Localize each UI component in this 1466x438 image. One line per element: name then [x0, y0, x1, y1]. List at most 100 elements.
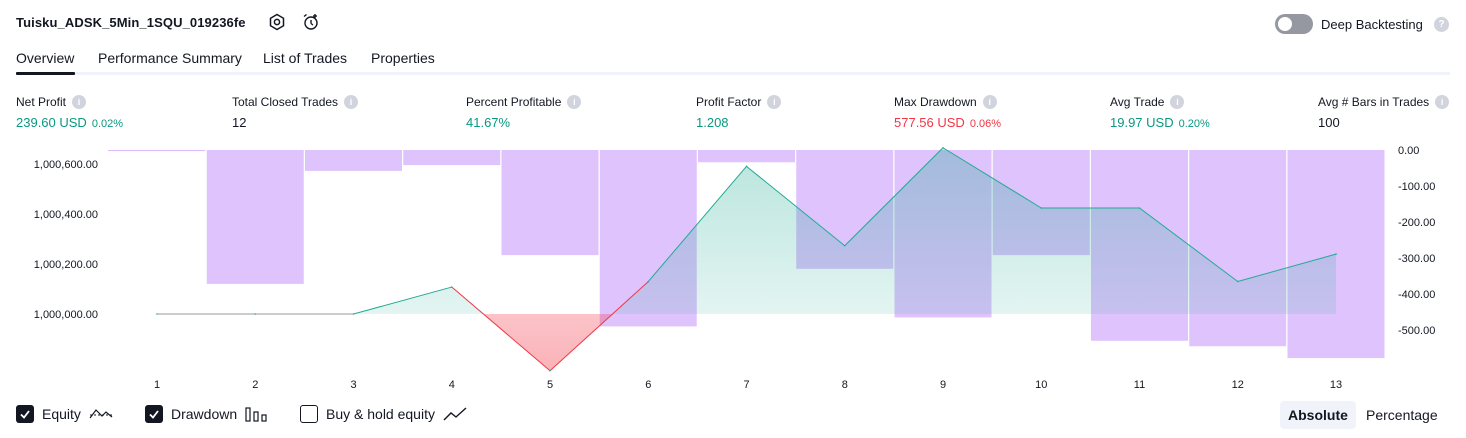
metric-value: 19.97 USD — [1110, 115, 1174, 130]
equity-point — [1335, 253, 1337, 255]
metric-label: Avg # Bars in Trades — [1318, 95, 1430, 109]
info-icon[interactable]: i — [1435, 95, 1450, 109]
equity-point — [352, 313, 355, 315]
metric-percent-profitable: Percent Profitable i 41.67% — [466, 95, 582, 130]
equity-point — [942, 146, 944, 149]
tabs-divider — [16, 72, 1450, 75]
left-axis-tick: 1,000,200.00 — [34, 259, 98, 271]
metric-label: Percent Profitable — [466, 95, 562, 109]
right-axis-tick: -400.00 — [1398, 289, 1435, 301]
x-axis-tick: 1 — [154, 379, 160, 391]
legend-equity[interactable]: Equity — [16, 402, 113, 426]
gear-icon[interactable] — [268, 13, 286, 31]
info-icon[interactable]: i — [72, 95, 87, 109]
x-axis-tick: 8 — [842, 379, 848, 391]
metric-total-closed-trades: Total Closed Trades i 12 — [232, 95, 359, 130]
metric-percent: 0.06% — [969, 118, 1002, 130]
left-axis-tick: 1,000,600.00 — [34, 159, 98, 171]
metric-value: 239.60 USD — [16, 115, 87, 130]
tab-properties[interactable]: Properties — [371, 50, 435, 66]
right-axis-tick: 0.00 — [1398, 145, 1419, 157]
equity-line-icon — [89, 409, 113, 419]
equity-point — [156, 313, 158, 315]
drawdown-bar — [1189, 150, 1287, 347]
metric-label: Max Drawdown — [894, 95, 977, 109]
info-icon[interactable]: i — [1170, 95, 1185, 109]
metric-percent: 0.20% — [1178, 118, 1210, 130]
metric-profit-factor: Profit Factor i 1.208 — [696, 95, 782, 130]
checkmark-icon — [20, 410, 30, 419]
metric-label: Net Profit — [16, 95, 67, 109]
bar-chart-icon — [245, 407, 267, 422]
metric-value: 41.67% — [466, 115, 511, 130]
x-axis-tick: 10 — [1035, 379, 1047, 391]
x-axis-tick: 12 — [1232, 379, 1244, 391]
left-axis: 1,000,600.00 1,000,400.00 1,000,200.00 1,00… — [34, 159, 98, 321]
equity-point — [254, 313, 257, 315]
metric-avg-bars-in-trades: Avg # Bars in Trades i 100 — [1318, 95, 1450, 130]
metric-label: Avg Trade — [1110, 95, 1165, 109]
legend-drawdown[interactable]: Drawdown — [145, 402, 267, 426]
toggle-knob — [1278, 17, 1292, 31]
equity-point — [1138, 207, 1141, 209]
equity-point — [450, 286, 453, 288]
info-icon[interactable]: i — [344, 95, 359, 109]
equity-point — [1040, 207, 1043, 209]
equity-point — [745, 165, 748, 168]
header: Tuisku_ADSK_5Min_1SQU_019236fe Deep Back… — [0, 0, 1466, 46]
equity-point — [549, 369, 551, 372]
tab-list-of-trades[interactable]: List of Trades — [263, 50, 347, 66]
absolute-scale-button[interactable]: Absolute — [1280, 401, 1356, 429]
left-axis-tick: 1,000,400.00 — [34, 209, 98, 221]
metric-label: Total Closed Trades — [232, 95, 339, 109]
drawdown-bar — [108, 150, 205, 152]
info-icon[interactable]: i — [767, 95, 782, 109]
right-axis-tick: -500.00 — [1398, 325, 1435, 337]
drawdown-bar — [206, 150, 304, 284]
left-axis-tick: 1,000,000.00 — [34, 309, 98, 321]
equity-checkbox[interactable] — [16, 405, 34, 423]
checkmark-icon — [149, 410, 159, 419]
equity-point — [843, 244, 846, 247]
x-axis: 1 2 3 4 5 6 7 8 9 10 11 12 13 — [154, 379, 1342, 391]
info-icon[interactable]: i — [982, 95, 997, 109]
active-tab-indicator — [16, 72, 75, 75]
legend-label: Equity — [42, 406, 81, 422]
equity-point — [647, 280, 650, 283]
tab-overview[interactable]: Overview — [16, 50, 74, 66]
x-axis-tick: 5 — [547, 379, 553, 391]
tab-performance-summary[interactable]: Performance Summary — [98, 50, 242, 66]
drawdown-bar — [501, 150, 599, 256]
metric-value: 1.208 — [696, 115, 729, 130]
equity-point — [1236, 280, 1239, 283]
x-axis-tick: 4 — [449, 379, 455, 391]
x-axis-tick: 9 — [940, 379, 946, 391]
metric-net-profit: Net Profit i 239.60 USD 0.02% — [16, 95, 123, 130]
metric-value: 577.56 USD — [894, 115, 965, 130]
strategy-title: Tuisku_ADSK_5Min_1SQU_019236fe — [16, 15, 246, 30]
x-axis-tick: 7 — [743, 379, 749, 391]
drawdown-checkbox[interactable] — [145, 405, 163, 423]
question-icon[interactable]: ? — [1434, 17, 1449, 32]
line-chart-icon — [443, 407, 467, 421]
right-axis-tick: -300.00 — [1398, 253, 1435, 265]
legend-label: Buy & hold equity — [326, 406, 435, 422]
x-axis-tick: 11 — [1134, 379, 1145, 391]
drawdown-bar — [305, 150, 402, 171]
deep-backtesting-toggle[interactable] — [1275, 14, 1313, 34]
right-axis-tick: -100.00 — [1398, 181, 1435, 193]
right-axis: 0.00 -100.00 -200.00 -300.00 -400.00 -500.00 — [1398, 145, 1435, 337]
metric-percent: 0.02% — [91, 118, 124, 130]
deep-backtesting-label: Deep Backtesting — [1321, 17, 1423, 32]
alarm-clock-add-icon[interactable] — [302, 13, 320, 31]
drawdown-bar — [698, 150, 795, 163]
equity-drawdown-chart[interactable]: 1,000,600.00 1,000,400.00 1,000,200.00 1,00… — [0, 140, 1466, 395]
info-icon[interactable]: i — [567, 95, 582, 109]
x-axis-tick: 2 — [252, 379, 258, 391]
metric-avg-trade: Avg Trade i 19.97 USD 0.20% — [1110, 95, 1210, 130]
x-axis-tick: 3 — [350, 379, 356, 391]
legend-buy-hold-equity[interactable]: Buy & hold equity — [300, 402, 467, 426]
percentage-scale-button[interactable]: Percentage — [1358, 401, 1446, 429]
right-axis-tick: -200.00 — [1398, 217, 1435, 229]
buy-hold-checkbox[interactable] — [300, 405, 318, 423]
